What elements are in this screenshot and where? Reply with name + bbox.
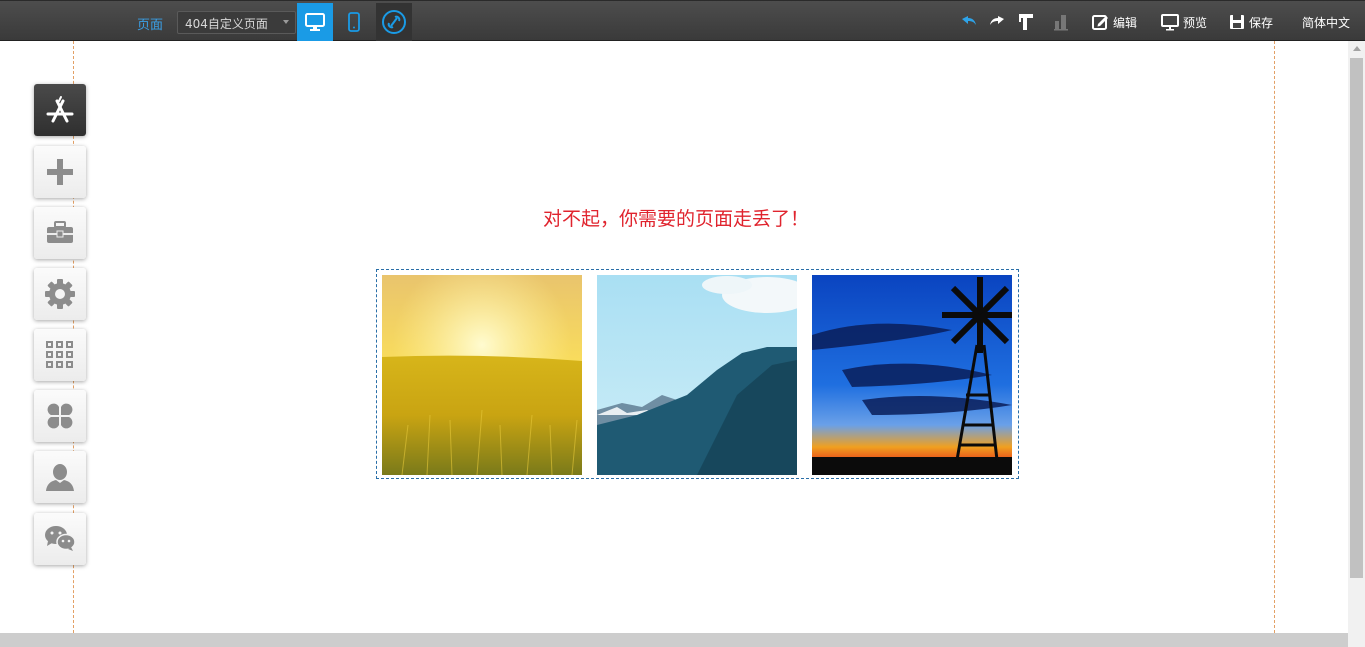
horizontal-scrollbar[interactable] bbox=[0, 633, 1348, 647]
windmill-image bbox=[812, 275, 1012, 475]
wheat-field-image bbox=[382, 275, 582, 475]
page-select[interactable]: 404自定义页面 bbox=[177, 11, 296, 34]
grid-button[interactable] bbox=[34, 329, 86, 381]
gallery-image-windmill[interactable] bbox=[812, 275, 1012, 475]
chart-button[interactable] bbox=[1053, 12, 1069, 32]
preview-icon bbox=[1161, 14, 1179, 31]
page-label: 页面 bbox=[137, 18, 164, 33]
link-icon bbox=[382, 10, 406, 34]
format-brush-icon bbox=[1019, 14, 1033, 30]
app-store-button[interactable] bbox=[34, 84, 86, 136]
gallery-image-wheat-field[interactable] bbox=[382, 275, 582, 475]
vertical-scrollbar[interactable] bbox=[1348, 41, 1365, 647]
image-gallery[interactable] bbox=[376, 269, 1019, 479]
page-select-value: 404自定义页面 bbox=[185, 17, 268, 31]
top-toolbar: 页面 404自定义页面 编辑 预览 保存 简体中文 bbox=[0, 0, 1365, 41]
scroll-up-icon[interactable] bbox=[1353, 46, 1361, 51]
clover-icon bbox=[47, 403, 73, 429]
error-message: 对不起，你需要的页面走丢了！ bbox=[542, 208, 809, 230]
vertical-scroll-thumb[interactable] bbox=[1350, 58, 1363, 578]
save-button[interactable]: 保存 bbox=[1229, 12, 1273, 32]
desktop-icon bbox=[305, 13, 325, 31]
save-label: 保存 bbox=[1249, 15, 1274, 30]
preview-label: 预览 bbox=[1183, 15, 1208, 30]
edit-icon bbox=[1092, 15, 1108, 30]
mobile-view-button[interactable] bbox=[336, 3, 372, 41]
edit-button[interactable]: 编辑 bbox=[1091, 12, 1137, 32]
app-store-icon bbox=[46, 96, 74, 123]
link-button[interactable] bbox=[376, 3, 412, 41]
add-button[interactable] bbox=[34, 146, 86, 198]
gear-icon bbox=[45, 279, 75, 309]
language-selector[interactable]: 简体中文 bbox=[1302, 14, 1350, 31]
wechat-button[interactable] bbox=[34, 513, 86, 565]
wechat-icon bbox=[45, 526, 76, 551]
redo-icon bbox=[990, 16, 1004, 25]
save-icon bbox=[1230, 15, 1244, 29]
mobile-icon bbox=[348, 12, 360, 32]
grid-icon bbox=[46, 341, 73, 368]
mountain-image bbox=[597, 275, 797, 475]
redo-button[interactable] bbox=[988, 12, 1006, 32]
desktop-view-button[interactable] bbox=[297, 3, 333, 41]
format-brush-button[interactable] bbox=[1017, 12, 1035, 32]
user-button[interactable] bbox=[34, 451, 86, 503]
undo-icon bbox=[962, 16, 976, 25]
chevron-down-icon bbox=[283, 20, 289, 24]
settings-button[interactable] bbox=[34, 268, 86, 320]
chart-icon bbox=[1054, 15, 1068, 31]
preview-button[interactable]: 预览 bbox=[1161, 12, 1207, 32]
undo-button[interactable] bbox=[960, 12, 978, 32]
edit-label: 编辑 bbox=[1113, 15, 1138, 30]
clover-button[interactable] bbox=[34, 390, 86, 442]
plus-icon bbox=[47, 159, 73, 185]
gallery-image-mountain[interactable] bbox=[597, 275, 797, 475]
right-margin-guide bbox=[1274, 41, 1275, 633]
user-icon bbox=[46, 464, 74, 491]
